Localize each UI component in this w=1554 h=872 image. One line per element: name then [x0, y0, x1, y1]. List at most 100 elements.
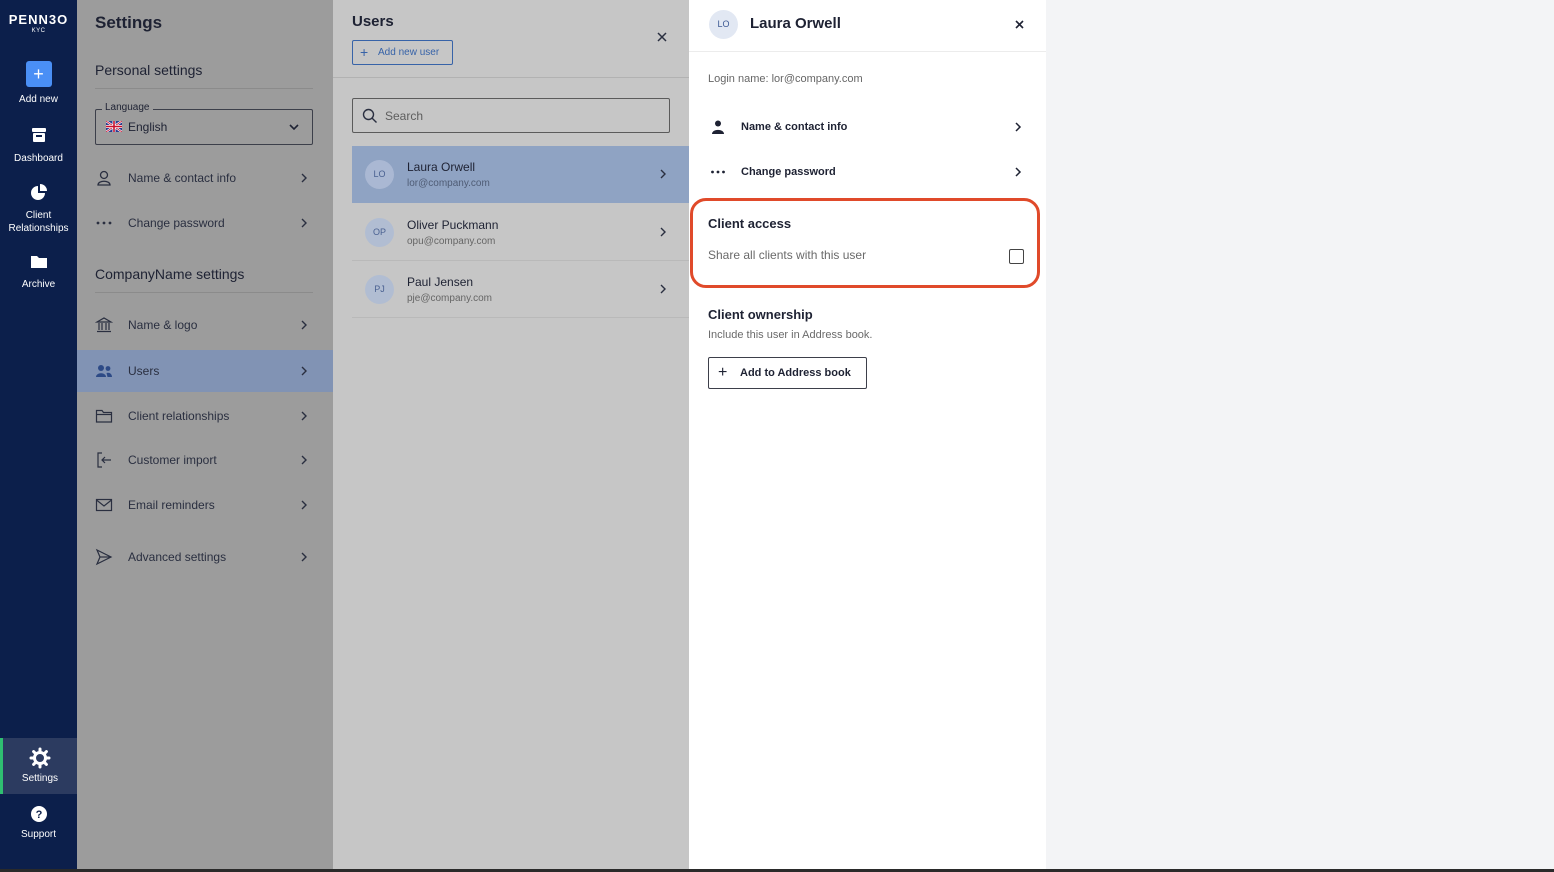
- detail-row-label: Name & contact info: [741, 121, 848, 133]
- logo-subtext: KYC: [31, 28, 46, 34]
- settings-item-client-relationships[interactable]: Client relationships: [77, 395, 333, 437]
- settings-item-label: Users: [128, 364, 160, 378]
- detail-change-password-row[interactable]: Change password: [689, 153, 1046, 193]
- client-access-label: Share all clients with this user: [708, 248, 867, 262]
- avatar: OP: [365, 218, 394, 247]
- settings-item-customer-import[interactable]: Customer import: [77, 439, 333, 481]
- chevron-right-icon: [660, 169, 666, 179]
- settings-item-label: Client relationships: [128, 409, 230, 423]
- nav-settings[interactable]: Settings: [0, 738, 77, 794]
- settings-item-email-reminders[interactable]: Email reminders: [77, 484, 333, 526]
- nav-label: Client Relationships: [8, 210, 69, 234]
- nav-client-relationships[interactable]: Client Relationships: [0, 181, 77, 235]
- add-to-address-book-label: Add to Address book: [740, 367, 851, 379]
- inbox-icon: [31, 128, 46, 142]
- settings-item-label: Advanced settings: [128, 550, 227, 564]
- settings-item-advanced-settings[interactable]: Advanced settings: [77, 536, 333, 578]
- svg-text:?: ?: [35, 809, 42, 821]
- chevron-down-icon: [289, 124, 299, 131]
- avatar: LO: [365, 160, 394, 189]
- chevron-right-icon: [301, 320, 307, 330]
- chevron-right-icon: [1015, 167, 1022, 177]
- avatar: LO: [709, 10, 738, 39]
- nav-archive[interactable]: Archive: [0, 250, 77, 291]
- settings-item-label: Name & logo: [128, 318, 198, 332]
- user-row-oliver-puckmann[interactable]: OP Oliver Puckmann opu@company.com: [352, 204, 689, 261]
- search-icon: [362, 108, 377, 123]
- detail-row-label: Change password: [741, 166, 836, 178]
- nav-support[interactable]: ? Support: [0, 802, 77, 841]
- nav-add-new[interactable]: + Add new: [0, 61, 77, 106]
- nav-dashboard[interactable]: Dashboard: [0, 124, 77, 165]
- login-name: Login name: lor@company.com: [708, 73, 863, 85]
- settings-item-name-logo[interactable]: Name & logo: [77, 304, 333, 346]
- plus-icon: +: [718, 364, 728, 381]
- uk-flag-icon: [106, 121, 122, 132]
- settings-item-label: Change password: [128, 216, 225, 230]
- chevron-right-icon: [301, 411, 307, 421]
- search-box: [352, 98, 670, 133]
- chevron-right-icon: [301, 500, 307, 510]
- language-legend: Language: [102, 102, 153, 113]
- settings-item-name-contact[interactable]: Name & contact info: [77, 157, 333, 199]
- detail-name-contact-row[interactable]: Name & contact info: [689, 108, 1046, 148]
- settings-panel: Settings Personal settings Language Engl…: [77, 0, 333, 872]
- settings-item-label: Email reminders: [128, 498, 215, 512]
- page-title: Settings: [95, 13, 163, 32]
- settings-item-label: Name & contact info: [128, 171, 237, 185]
- close-icon[interactable]: [1013, 18, 1026, 31]
- chevron-right-icon: [301, 173, 307, 183]
- user-email: opu@company.com: [407, 236, 496, 247]
- close-icon[interactable]: [655, 30, 669, 44]
- plus-icon: +: [360, 44, 369, 60]
- chevron-right-icon: [301, 218, 307, 228]
- personal-settings-heading: Personal settings: [95, 62, 313, 89]
- users-icon: [96, 365, 112, 377]
- users-title: Users: [352, 13, 394, 30]
- share-all-clients-checkbox[interactable]: [1009, 249, 1024, 264]
- user-email: lor@company.com: [407, 178, 490, 189]
- folder-icon: [95, 409, 113, 423]
- folder-icon: [30, 256, 47, 268]
- chevron-right-icon: [660, 227, 666, 237]
- nav-label: Archive: [21, 279, 56, 290]
- main-nav: PENN3O KYC + Add new Dashboard Client Re…: [0, 0, 77, 872]
- client-ownership-description: Include this user in Address book.: [708, 329, 873, 341]
- settings-item-users[interactable]: Users: [77, 350, 333, 392]
- logo-text: PENN3O: [8, 12, 69, 27]
- client-access-highlight: [690, 198, 1040, 288]
- chevron-right-icon: [301, 552, 307, 562]
- user-name: Oliver Puckmann: [407, 218, 499, 232]
- chevron-right-icon: [301, 366, 307, 376]
- nav-label: Add new: [19, 94, 58, 105]
- dots-icon: [96, 221, 112, 225]
- user-row-laura-orwell[interactable]: LO Laura Orwell lor@company.com: [352, 146, 689, 203]
- search-input[interactable]: [385, 106, 655, 126]
- chevron-right-icon: [301, 455, 307, 465]
- user-row-paul-jensen[interactable]: PJ Paul Jensen pje@company.com: [352, 261, 689, 318]
- chevron-right-icon: [1015, 122, 1022, 132]
- add-to-address-book-button[interactable]: + Add to Address book: [708, 357, 867, 389]
- client-access-title: Client access: [708, 216, 792, 231]
- nav-label: Support: [20, 829, 57, 840]
- add-new-user-label: Add new user: [378, 47, 440, 58]
- envelope-icon: [95, 498, 113, 512]
- language-select[interactable]: Language English: [95, 102, 313, 145]
- user-name: Laura Orwell: [407, 160, 476, 174]
- bank-icon: [95, 317, 113, 333]
- client-ownership-title: Client ownership: [708, 307, 813, 322]
- language-value: English: [128, 120, 168, 134]
- add-new-user-button[interactable]: + Add new user: [352, 40, 453, 65]
- send-icon: [95, 548, 113, 566]
- plus-icon: +: [25, 61, 52, 87]
- settings-item-change-password[interactable]: Change password: [77, 202, 333, 244]
- users-panel: Users + Add new user LO Laura Orwell lor…: [333, 0, 689, 872]
- question-icon: ?: [30, 806, 47, 822]
- user-email: pje@company.com: [407, 293, 492, 304]
- nav-label: Settings: [21, 773, 59, 784]
- gear-icon: [29, 747, 51, 769]
- person-icon: [712, 120, 724, 134]
- detail-user-name: Laura Orwell: [750, 15, 841, 32]
- divider: [333, 77, 689, 78]
- detail-header: LO Laura Orwell: [689, 0, 1046, 52]
